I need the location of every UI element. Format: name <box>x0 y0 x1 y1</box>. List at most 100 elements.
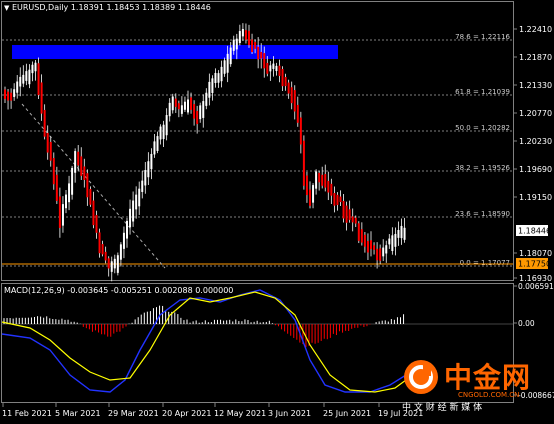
candle-body <box>394 233 397 247</box>
candle-body <box>257 46 260 60</box>
candle-body <box>147 161 150 178</box>
current-price-label: 1.18446 <box>516 225 551 236</box>
candle-body <box>348 209 351 220</box>
price-tick-label: 1.20230 <box>519 137 552 146</box>
candle-body <box>196 110 199 125</box>
candle-body <box>366 241 369 253</box>
candle-body <box>138 188 141 207</box>
candle-body <box>363 234 366 247</box>
price-tick-label: 1.19690 <box>519 165 552 174</box>
candle-body <box>330 183 333 196</box>
candle-body <box>251 39 254 52</box>
candle-body <box>61 204 64 226</box>
candle-body <box>77 151 80 166</box>
candle-body <box>86 173 89 198</box>
candle-body <box>208 81 211 98</box>
candle-body <box>324 174 327 188</box>
candle-body <box>385 245 388 254</box>
candle-body <box>302 140 305 186</box>
candle-body <box>339 196 342 203</box>
candle-body <box>232 39 235 51</box>
date-tick-label: 5 Mar 2021 <box>55 409 101 418</box>
watermark: 中金网 CNGOLD.COM.CN 中 文 财 经 新 媒 体 <box>398 350 548 413</box>
candle-body <box>162 124 165 140</box>
candle-body <box>214 73 217 84</box>
candle-body <box>391 235 394 252</box>
candle-body <box>40 82 43 114</box>
candle-body <box>342 201 345 219</box>
candle-body <box>52 158 55 185</box>
coin-logo-icon <box>404 360 438 394</box>
fib-level-label: 78.6 = 1.22116 <box>455 33 510 41</box>
candle-body <box>46 132 49 153</box>
candle-body <box>248 30 250 46</box>
candle-body <box>101 244 104 255</box>
candle-body <box>397 230 400 238</box>
candle-body <box>321 174 324 186</box>
candle-body <box>357 223 360 241</box>
candle-body <box>74 151 77 173</box>
candle-body <box>16 81 19 93</box>
candle-body <box>156 136 159 151</box>
chart-window: 78.6 = 1.22116 61.8 = 1.21039 50.0 = 1.202… <box>0 0 554 424</box>
candle-body <box>370 240 372 250</box>
candle-body <box>168 102 171 117</box>
candle-body <box>119 244 122 260</box>
candle-body <box>135 194 138 210</box>
candle-body <box>220 66 223 82</box>
candle-body <box>177 103 180 110</box>
candle-body <box>43 109 46 137</box>
candle-body <box>238 31 241 44</box>
candle-body <box>68 183 71 203</box>
candle-body <box>241 28 244 37</box>
candle-body <box>354 217 357 224</box>
candle-body <box>174 98 177 107</box>
candle-body <box>31 64 34 74</box>
candle-body <box>13 89 16 97</box>
candle-body <box>190 97 193 110</box>
candle-body <box>333 193 336 206</box>
candle-body <box>153 141 156 155</box>
candle-body <box>19 76 22 87</box>
fib-level-label: 61.8 = 1.21039 <box>455 88 510 96</box>
candle-body <box>275 65 278 71</box>
candle-body <box>226 53 229 73</box>
candle-body <box>113 258 116 269</box>
candle-body <box>223 60 226 74</box>
candle-body <box>37 63 40 96</box>
candle-body <box>49 141 52 161</box>
candle-body <box>199 105 202 120</box>
watermark-tagline: 中 文 财 经 新 媒 体 <box>402 403 483 413</box>
price-tick-label: 1.20770 <box>519 109 552 118</box>
date-tick-label: 11 Feb 2021 <box>2 409 52 418</box>
candle-body <box>211 78 214 93</box>
candle-body <box>205 92 208 106</box>
date-tick-label: 12 May 2021 <box>214 409 266 418</box>
date-tick-label: 3 Jun 2021 <box>268 409 311 418</box>
candle-body <box>83 166 86 180</box>
date-tick-label: 25 Jun 2021 <box>323 409 371 418</box>
candle-body <box>180 105 183 114</box>
candle-body <box>260 51 263 59</box>
resistance-zone[interactable] <box>12 45 338 59</box>
candle-body <box>144 170 147 186</box>
candle-body <box>318 172 321 183</box>
price-tick-label: 1.19150 <box>519 193 552 202</box>
candle-body <box>327 180 330 193</box>
candle-body <box>287 82 290 94</box>
candle-body <box>229 47 232 65</box>
candle-body <box>299 117 302 145</box>
candle-body <box>107 258 110 269</box>
candle-body <box>98 232 101 254</box>
candle-body <box>95 215 98 233</box>
candle-body <box>284 76 287 87</box>
candle-body <box>235 38 238 50</box>
candle-body <box>296 104 299 123</box>
candle-body <box>254 42 257 49</box>
candle-body <box>403 227 406 240</box>
candle-body <box>345 205 348 223</box>
dropdown-triangle-icon[interactable]: ▼ <box>4 4 9 12</box>
candle-body <box>269 65 272 72</box>
candle-body <box>80 156 83 176</box>
candle-body <box>193 104 196 119</box>
